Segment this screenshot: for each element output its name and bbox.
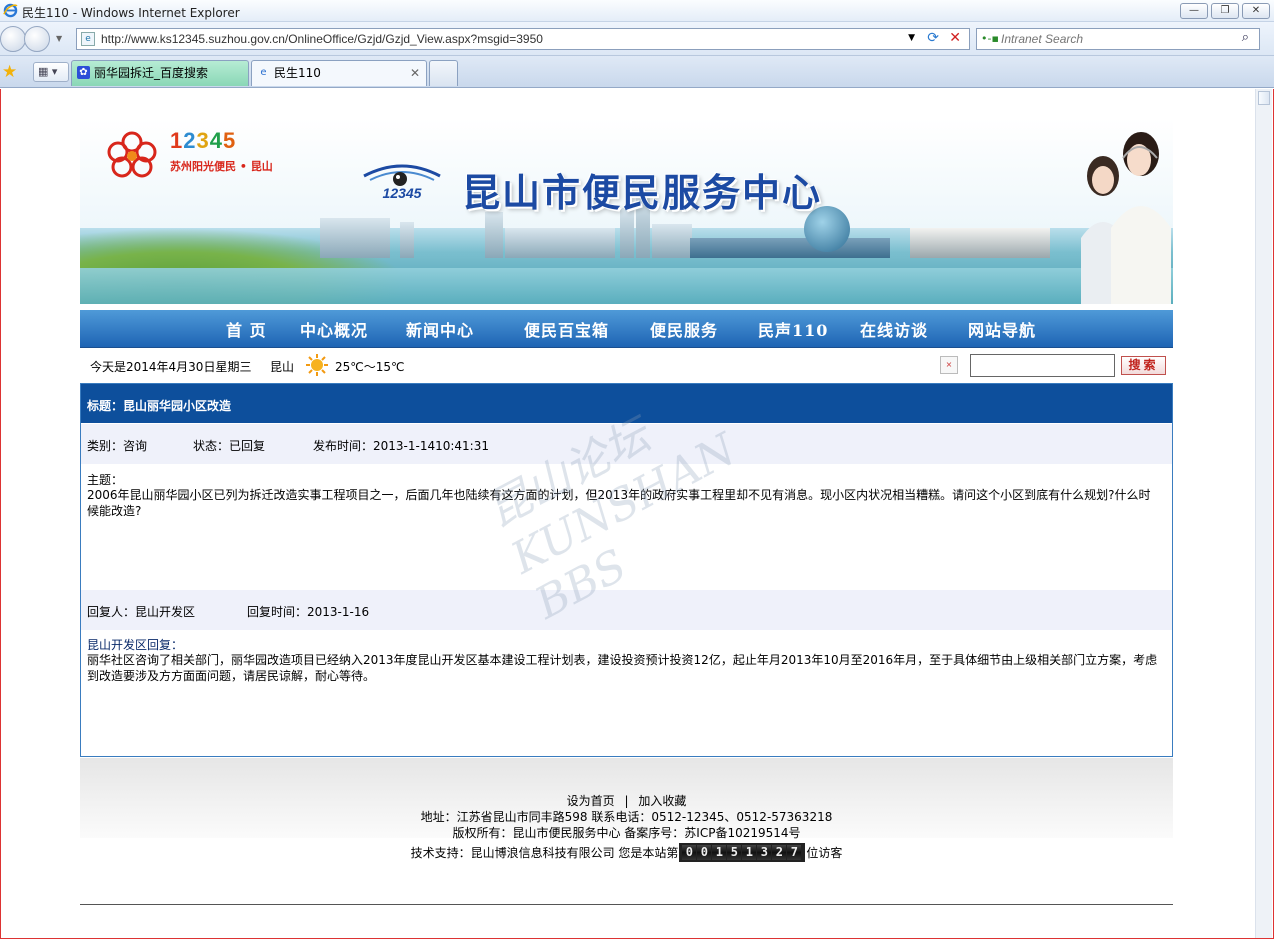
topic-text: 2006年昆山丽华园小区已列为拆迁改造实事工程项目之一，后面几年也陆续有这方面的…	[87, 488, 1151, 518]
ie-page-icon: e	[260, 67, 267, 78]
reply-meta: 回复人：昆山开发区 回复时间：2013-1-16	[81, 590, 1172, 630]
footer-address: 地址：江苏省昆山市同丰路598 联系电话：0512-12345、0512-573…	[420, 810, 833, 824]
stop-icon[interactable]: ✕	[949, 30, 961, 46]
visit-suffix: 位访客	[806, 845, 843, 860]
footer: 设为首页 | 加入收藏 地址：江苏省昆山市同丰路598 联系电话：0512-12…	[80, 793, 1173, 862]
nav-center-overview[interactable]: 中心概况	[300, 317, 368, 341]
refresh-icon[interactable]: ⟳	[927, 30, 939, 46]
logo-number: 12345	[170, 128, 237, 153]
footer-separator: |	[624, 794, 629, 808]
nav-minsheng110[interactable]: 民声110	[758, 317, 828, 341]
replier: 回复人：昆山开发区	[87, 605, 196, 619]
visitor-counter: 00151327	[679, 843, 806, 862]
history-dropdown-icon[interactable]: ▼	[56, 34, 62, 43]
browser-navbar: ▼ e http://www.ks12345.suzhou.gov.cn/Onl…	[0, 22, 1274, 56]
main-navigation: 首 页 中心概况 新闻中心 便民百宝箱 便民服务 民声110 在线访谈 网站导航	[80, 310, 1173, 348]
logo-subtitle: 苏州阳光便民 • 昆山	[170, 160, 273, 173]
customer-service-operators-image	[1081, 132, 1171, 304]
consultation-panel: 标题：昆山丽华园小区改造 类别：咨询 状态：已回复 发布时间：2013-1-14…	[80, 383, 1173, 757]
nav-toolbox[interactable]: 便民百宝箱	[524, 317, 609, 341]
article-category: 类别：咨询	[87, 439, 148, 453]
back-button[interactable]	[0, 26, 26, 52]
add-favorite-link[interactable]: 加入收藏	[638, 794, 686, 808]
tab-bar: ★ ▦ ▾ ✿ 丽华园拆迁_百度搜索 e 民生110 ✕	[0, 56, 1274, 88]
emblem-12345-icon: 12345	[363, 164, 441, 201]
address-dropdown-icon[interactable]: ▼	[908, 33, 915, 43]
svg-text:12345: 12345	[383, 185, 422, 201]
article-title: 标题：昆山丽华园小区改造	[81, 384, 1172, 423]
article-meta: 类别：咨询 状态：已回复 发布时间：2013-1-1410:41:31	[81, 424, 1172, 464]
site-search-input[interactable]	[970, 354, 1115, 377]
close-window-button[interactable]: ✕	[1242, 3, 1270, 19]
site-search-button[interactable]: 搜索	[1121, 356, 1166, 375]
suzhou-12345-flower-logo	[107, 131, 157, 178]
footer-copyright: 版权所有：昆山市便民服务中心 备案序号：苏ICP备10219514号	[452, 826, 801, 840]
site-banner: 12345 苏州阳光便民 • 昆山 12345 昆山市便民服务中心	[80, 118, 1173, 304]
new-tab-button[interactable]	[429, 60, 458, 86]
nav-home[interactable]: 首 页	[226, 317, 267, 341]
baidu-paw-icon: ✿	[77, 66, 90, 79]
scroll-up-arrow[interactable]	[1258, 91, 1270, 105]
vertical-scrollbar[interactable]	[1255, 89, 1272, 938]
nav-services[interactable]: 便民服务	[650, 317, 718, 341]
set-home-link[interactable]: 设为首页	[567, 794, 615, 808]
nav-online-interview[interactable]: 在线访谈	[860, 317, 928, 341]
temperature: 25℃～15℃	[335, 360, 405, 374]
clear-search-button[interactable]: ×	[940, 356, 958, 374]
window-titlebar: 民生110 - Windows Internet Explorer — ❐ ✕	[0, 0, 1274, 22]
current-date: 今天是2014年4月30日星期三	[90, 360, 252, 374]
search-input[interactable]	[1001, 31, 1221, 47]
forward-button[interactable]	[24, 26, 50, 52]
info-bar: 今天是2014年4月30日星期三 昆山 25℃～15℃ × 搜索	[80, 352, 1173, 380]
tech-support: 技术支持：昆山博浪信息科技有限公司 您是本站第	[410, 845, 679, 860]
tab-baidu-search[interactable]: ✿ 丽华园拆迁_百度搜索	[71, 60, 249, 86]
window-title: 民生110 - Windows Internet Explorer	[22, 6, 240, 20]
article-status: 状态：已回复	[193, 439, 266, 453]
nav-site-map[interactable]: 网站导航	[968, 317, 1036, 341]
ie-logo-icon	[3, 3, 18, 18]
topic-label: 主题：	[87, 473, 124, 487]
weather-city: 昆山	[270, 360, 295, 374]
footer-divider	[80, 904, 1173, 905]
banner-title: 昆山市便民服务中心	[462, 171, 823, 215]
reply-time: 回复时间：2013-1-16	[247, 605, 370, 619]
quick-tabs-button[interactable]: ▦ ▾	[33, 62, 69, 82]
favorites-star-icon[interactable]: ★	[2, 62, 17, 82]
tab-label: 丽华园拆迁_百度搜索	[94, 66, 209, 80]
page-icon: e	[81, 32, 95, 46]
sunny-weather-icon	[306, 354, 328, 376]
reply-text: 丽华社区咨询了相关部门，丽华园改造项目已经纳入2013年度昆山开发区基本建设工程…	[87, 653, 1158, 683]
minimize-button[interactable]: —	[1180, 3, 1208, 19]
tab-minsheng110[interactable]: e 民生110 ✕	[251, 60, 427, 86]
reply-label: 昆山开发区回复：	[87, 638, 184, 652]
search-provider-icon: •-▪	[981, 32, 999, 45]
search-box[interactable]: •-▪ ⌕	[976, 28, 1260, 50]
visitor-line: 技术支持：昆山博浪信息科技有限公司 您是本站第 00151327 位访客	[410, 843, 843, 862]
tab-label: 民生110	[274, 66, 321, 80]
article-published: 发布时间：2013-1-1410:41:31	[313, 439, 489, 453]
close-tab-icon[interactable]: ✕	[410, 61, 420, 85]
search-icon[interactable]: ⌕	[1242, 30, 1249, 45]
address-url[interactable]: http://www.ks12345.suzhou.gov.cn/OnlineO…	[101, 32, 543, 46]
nav-news-center[interactable]: 新闻中心	[406, 317, 474, 341]
address-bar[interactable]: e http://www.ks12345.suzhou.gov.cn/Onlin…	[76, 28, 970, 50]
maximize-button[interactable]: ❐	[1211, 3, 1239, 19]
